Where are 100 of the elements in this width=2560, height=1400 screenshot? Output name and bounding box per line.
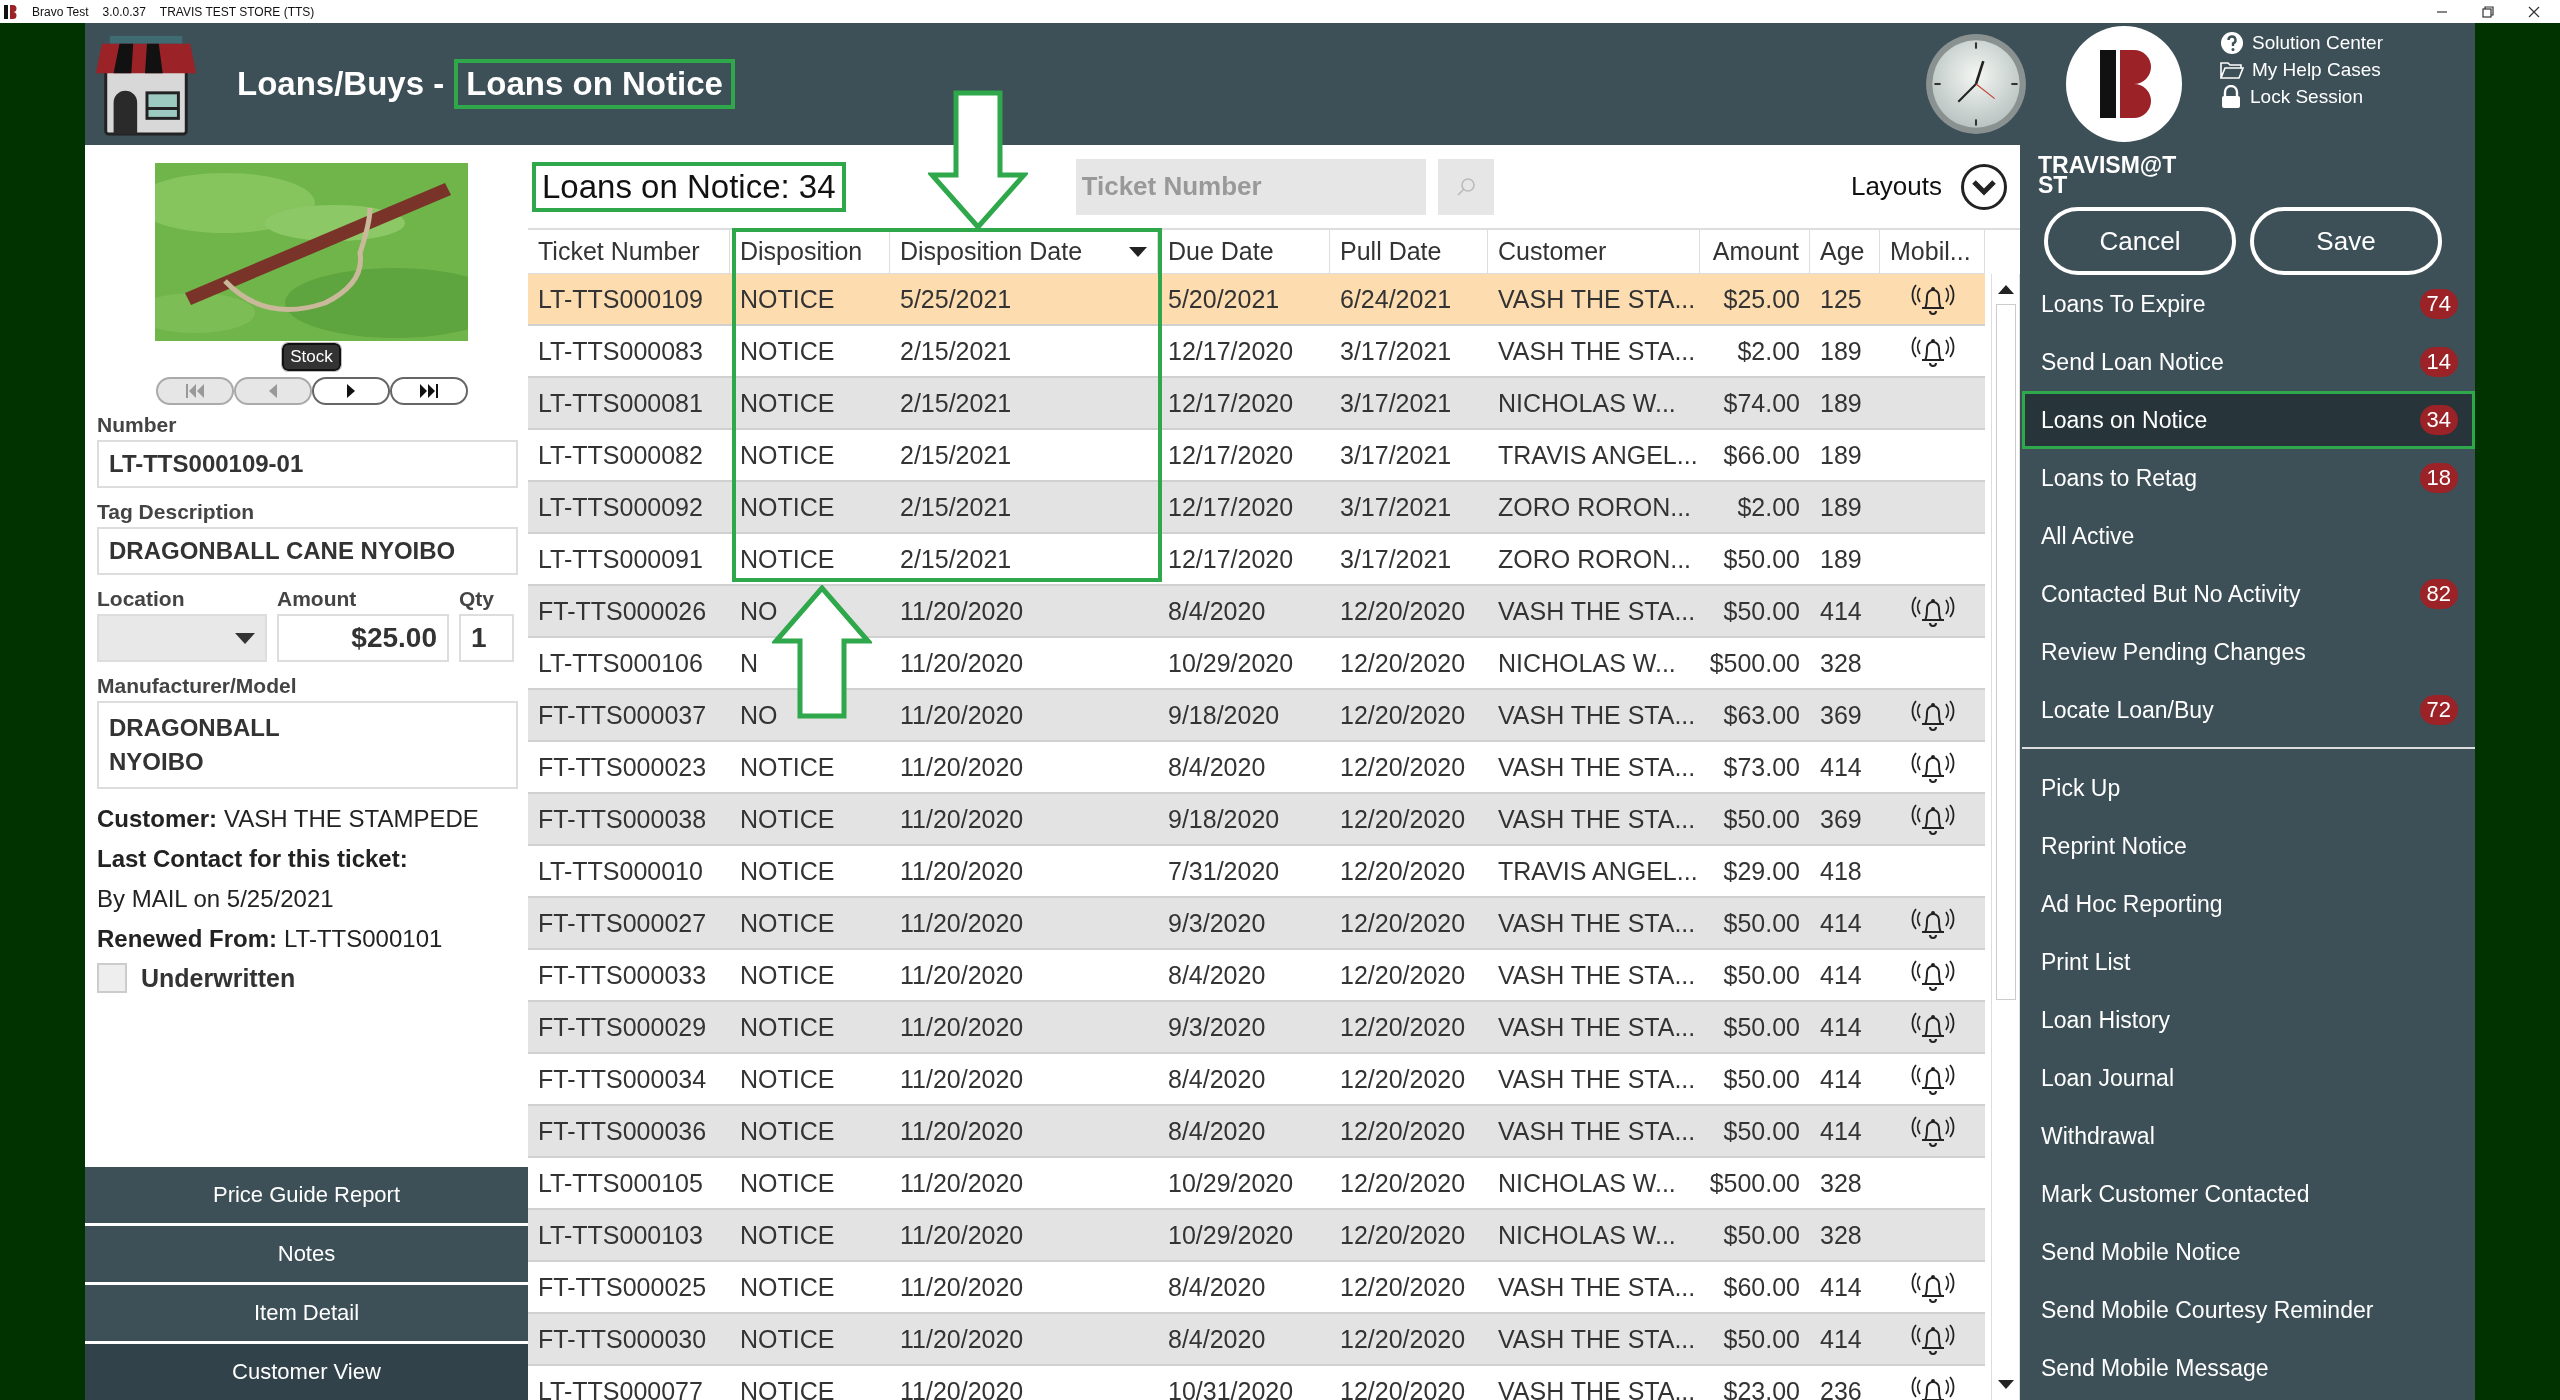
scrollbar[interactable] xyxy=(1991,274,2020,1400)
sidebar-item-label[interactable]: Loans to Retag xyxy=(2041,464,2197,492)
table-row[interactable]: LT-TTS000109 NOTICE 5/25/2021 5/20/2021 6/24/2021 VASH THE STA... $25.00 125 xyxy=(528,274,1985,326)
table-cell-text: $50.00 xyxy=(1722,1323,1801,1355)
close-icon[interactable] xyxy=(2528,5,2540,18)
sidebar-item-label[interactable]: Mark Customer Contacted xyxy=(2041,1180,2310,1208)
sidebar-item[interactable]: Pick Up xyxy=(2022,759,2475,817)
sidebar-item-label[interactable]: Ad Hoc Reporting xyxy=(2041,890,2223,918)
layouts-label[interactable]: Layouts xyxy=(1850,171,1942,202)
panel-button[interactable]: Item Detail xyxy=(85,1285,528,1341)
sidebar-item[interactable]: Reprint Notice xyxy=(2022,817,2475,875)
table-row[interactable]: LT-TTS000081 NOTICE 2/15/2021 12/17/2020 3/17/2021 NICHOLAS W... $74.00 189 xyxy=(528,378,1985,430)
table-cell-text: 11/20/2020 xyxy=(899,1271,1025,1303)
table-cell-text: $2.00 xyxy=(1736,491,1801,523)
help-icon[interactable] xyxy=(2220,31,2244,55)
table-cell-text: 12/20/2020 xyxy=(1339,1063,1467,1095)
sidebar-item-label[interactable]: Print List xyxy=(2041,948,2131,976)
sidebar-item-label[interactable]: Send Mobile Notice xyxy=(2041,1238,2241,1266)
sidebar-item[interactable]: Ad Hoc Reporting xyxy=(2022,875,2475,933)
table-cell-text: 8/4/2020 xyxy=(1167,595,1267,627)
sidebar-item-label[interactable]: Send Mobile Courtesy Reminder xyxy=(2041,1296,2374,1324)
sidebar-item-label[interactable]: Locate Loan/Buy xyxy=(2041,696,2214,724)
save-button[interactable]: Save xyxy=(2250,207,2442,275)
sidebar-item-label[interactable]: Loan Journal xyxy=(2041,1064,2174,1092)
skip-last-icon xyxy=(418,384,439,398)
info-text: By MAIL on 5/25/2021 xyxy=(97,884,335,914)
cancel-button[interactable]: Cancel xyxy=(2044,207,2236,275)
next-button[interactable] xyxy=(311,377,390,405)
table-row[interactable]: FT-TTS000027 NOTICE 11/20/2020 9/3/2020 12/20/2020 VASH THE STA... $50.00 414 xyxy=(528,898,1985,950)
table-cell-text: FT-TTS000023 xyxy=(537,751,708,783)
table-cell-text: 11/20/2020 xyxy=(899,1219,1025,1251)
table-cell-text: 11/20/2020 xyxy=(899,959,1025,991)
scroll-down-icon[interactable] xyxy=(1997,1380,2014,1390)
sidebar-item-label[interactable]: All Active xyxy=(2041,522,2135,550)
app-name: Bravo Test xyxy=(32,4,89,19)
table-row[interactable]: FT-TTS000036 NOTICE 11/20/2020 8/4/2020 12/20/2020 VASH THE STA... $50.00 414 xyxy=(528,1106,1985,1158)
sidebar-item[interactable]: Contacted But No Activity 82 xyxy=(2022,565,2475,623)
help-link[interactable]: My Help Cases xyxy=(2252,59,2381,81)
table-cell-text: 328 xyxy=(1819,647,1863,679)
panel-button[interactable]: Customer View xyxy=(85,1344,528,1400)
field-label: Location xyxy=(97,587,186,611)
chevron-down-icon[interactable] xyxy=(1960,162,2008,211)
sidebar-item[interactable]: Locate Loan/Buy 72 xyxy=(2022,681,2475,739)
table-cell-text: $74.00 xyxy=(1722,387,1801,419)
sidebar-item[interactable]: Review Pending Changes xyxy=(2022,623,2475,681)
sidebar-item[interactable]: All Active xyxy=(2022,507,2475,565)
sidebar-item[interactable]: Send Mobile Courtesy Reminder xyxy=(2022,1281,2475,1339)
panel-button[interactable]: Notes xyxy=(85,1226,528,1282)
qty-field[interactable]: 1 xyxy=(459,614,514,662)
restore-icon[interactable] xyxy=(2482,5,2494,18)
count-badge: 18 xyxy=(2419,463,2458,493)
panel-button[interactable]: Price Guide Report xyxy=(85,1167,528,1223)
scroll-up-icon[interactable] xyxy=(1997,284,2014,294)
sidebar-item[interactable]: Print List xyxy=(2022,933,2475,991)
sidebar-item-label[interactable]: Loans on Notice xyxy=(2041,406,2208,434)
sidebar-item-label[interactable]: Pick Up xyxy=(2041,774,2121,802)
folder-icon[interactable] xyxy=(2220,60,2244,80)
sidebar-item[interactable]: Loans on Notice 34 xyxy=(2022,391,2475,449)
sidebar-item[interactable]: Send Mobile Message xyxy=(2022,1339,2475,1397)
search-field[interactable]: Ticket Number xyxy=(1075,158,1426,215)
table-row[interactable]: FT-TTS000029 NOTICE 11/20/2020 9/3/2020 12/20/2020 VASH THE STA... $50.00 414 xyxy=(528,1002,1985,1054)
table-row[interactable]: LT-TTS000103 NOTICE 11/20/2020 10/29/2020 12/20/2020 NICHOLAS W... $50.00 328 xyxy=(528,1210,1985,1262)
table-cell-text: 11/20/2020 xyxy=(899,855,1025,887)
checkbox[interactable] xyxy=(97,963,127,993)
table-cell-text: 11/20/2020 xyxy=(899,1167,1025,1199)
sidebar-item-label[interactable]: Loan History xyxy=(2041,1006,2171,1034)
help-link[interactable]: Solution Center xyxy=(2252,32,2383,54)
table-cell-text: 12/20/2020 xyxy=(1339,959,1467,991)
tag-description-field[interactable]: DRAGONBALL CANE NYOIBO xyxy=(97,527,518,575)
number-field[interactable]: LT-TTS000109-01 xyxy=(97,440,518,488)
amount-field[interactable]: $25.00 xyxy=(277,614,449,662)
sidebar-item-label[interactable]: Review Pending Changes xyxy=(2041,638,2306,666)
table-row[interactable]: FT-TTS000030 NOTICE 11/20/2020 8/4/2020 12/20/2020 VASH THE STA... $50.00 414 xyxy=(528,1314,1985,1366)
manufacturer-model-field[interactable]: DRAGONBALL NYOIBO xyxy=(97,701,518,789)
table-row[interactable]: LT-TTS000092 NOTICE 2/15/2021 12/17/2020 3/17/2021 ZORO RORON... $2.00 189 xyxy=(528,482,1985,534)
sidebar-item-label[interactable]: Send Loan Notice xyxy=(2041,348,2224,376)
table-cell-text: VASH THE STA... xyxy=(1497,1323,1697,1355)
sidebar-item-label[interactable]: Withdrawal xyxy=(2041,1122,2155,1150)
lock-icon[interactable] xyxy=(2220,85,2242,109)
sidebar-item[interactable]: Loans To Expire 74 xyxy=(2022,275,2475,333)
sidebar-item[interactable]: Loans to Retag 18 xyxy=(2022,449,2475,507)
sidebar-item[interactable]: Mark Customer Contacted xyxy=(2022,1165,2475,1223)
sidebar-item-label[interactable]: Reprint Notice xyxy=(2041,832,2187,860)
sidebar-item[interactable]: Loan Journal xyxy=(2022,1049,2475,1107)
sidebar-item[interactable]: Withdrawal xyxy=(2022,1107,2475,1165)
sidebar-item-label[interactable]: Contacted But No Activity xyxy=(2041,580,2301,608)
sidebar-item[interactable]: Send Loan Notice 14 xyxy=(2022,333,2475,391)
sidebar-item-label[interactable]: Send Mobile Message xyxy=(2041,1354,2269,1382)
info-text: Last Contact for this ticket: xyxy=(97,844,409,874)
table-row[interactable]: FT-TTS000026 NO 11/20/2020 8/4/2020 12/20/2020 VASH THE STA... $50.00 414 xyxy=(528,586,1985,638)
table-cell-text: $50.00 xyxy=(1722,959,1801,991)
sidebar-item[interactable]: Loan History xyxy=(2022,991,2475,1049)
sidebar-item[interactable]: Send Mobile Notice xyxy=(2022,1223,2475,1281)
sidebar-item-label[interactable]: Loans To Expire xyxy=(2041,290,2206,318)
table-row[interactable]: FT-TTS000037 NO 11/20/2020 9/18/2020 12/20/2020 VASH THE STA... $63.00 369 xyxy=(528,690,1985,742)
last-button[interactable] xyxy=(389,377,468,405)
help-link[interactable]: Lock Session xyxy=(2250,86,2363,108)
table-cell-text: VASH THE STA... xyxy=(1497,283,1697,315)
table-row[interactable]: FT-TTS000038 NOTICE 11/20/2020 9/18/2020 12/20/2020 VASH THE STA... $50.00 369 xyxy=(528,794,1985,846)
table-cell-text: NOTICE xyxy=(739,959,836,991)
